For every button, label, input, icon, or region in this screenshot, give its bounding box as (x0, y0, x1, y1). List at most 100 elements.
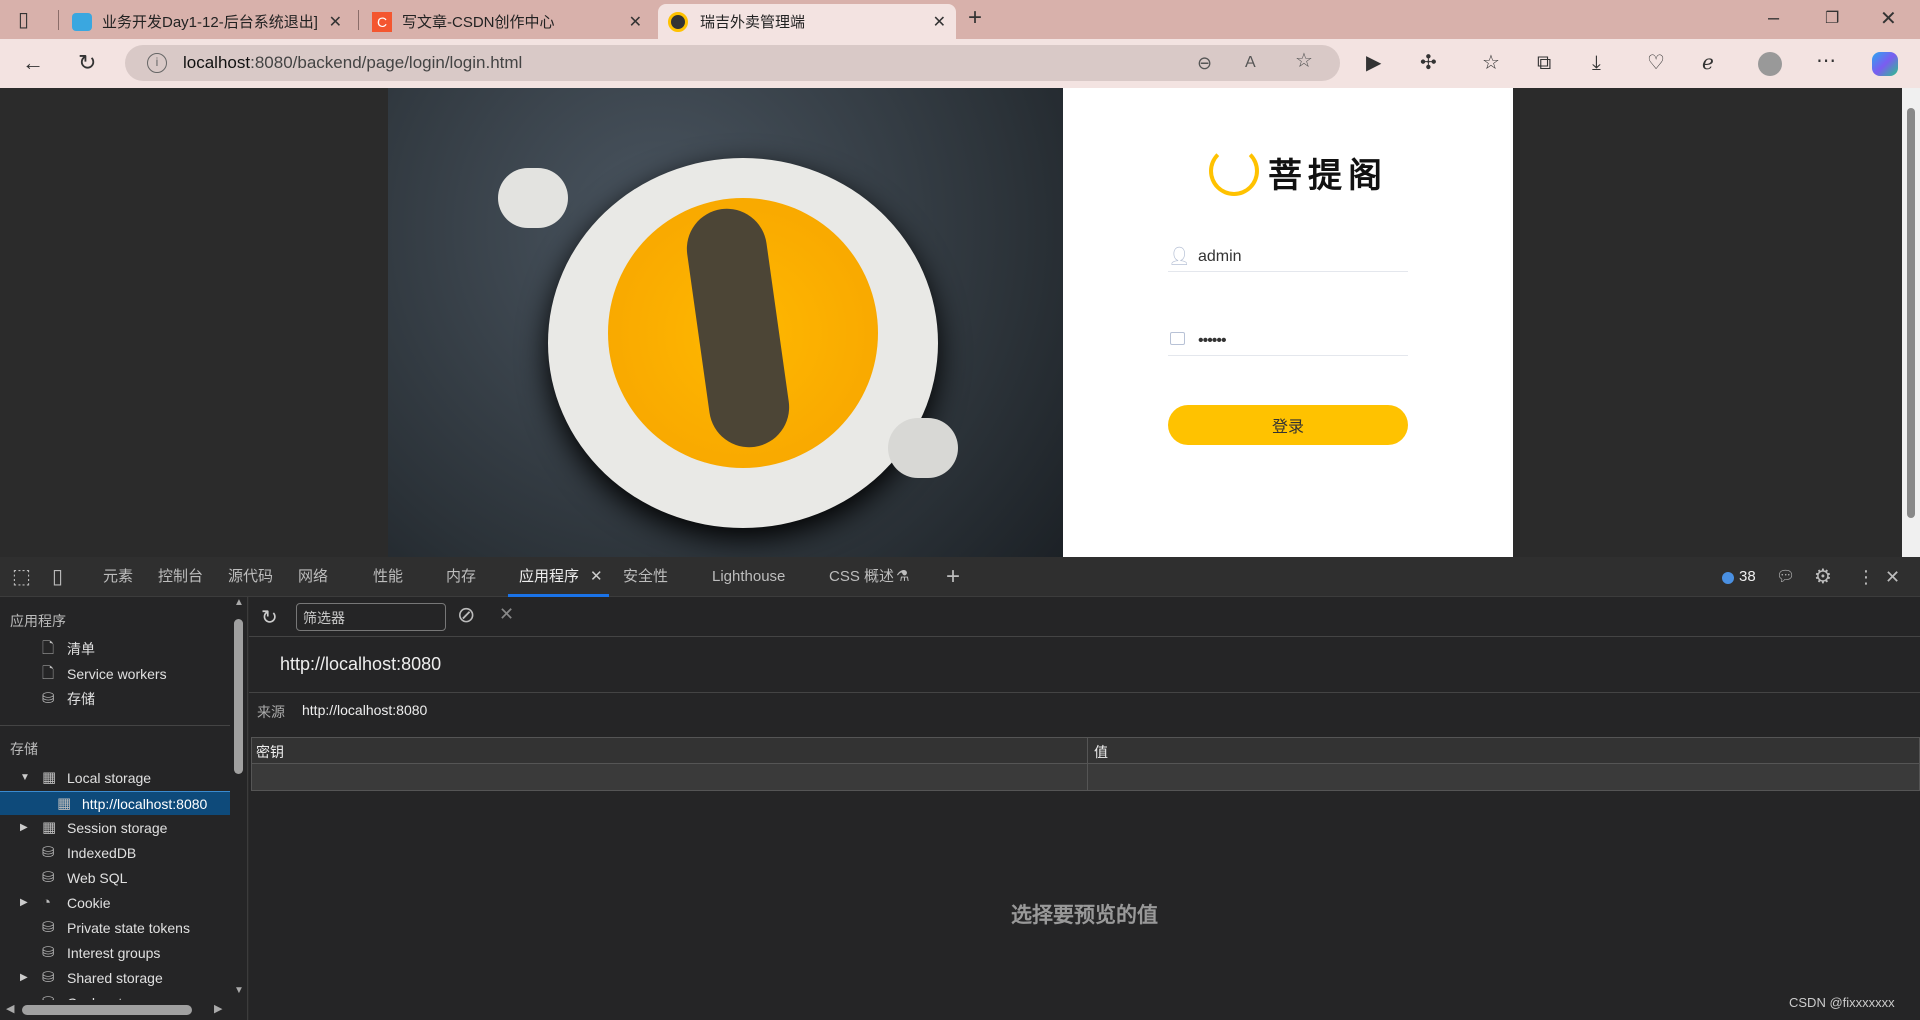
collapsed-triangle-icon[interactable]: ▶ (20, 966, 28, 990)
grid-icon: ▦ (42, 769, 57, 786)
browser-tab[interactable]: C 写文章-CSDN创作中心 ✕ (362, 4, 652, 39)
divider (0, 725, 230, 726)
browser-tab-active[interactable]: 瑞吉外卖管理端 ✕ (658, 4, 956, 39)
copilot-icon[interactable] (1872, 52, 1898, 76)
vertical-scrollbar[interactable]: ▲ ▼ (230, 597, 247, 1000)
column-value[interactable]: 值 (1094, 742, 1108, 762)
origin-label: 来源 (257, 704, 285, 720)
sidebar-item-cookie[interactable]: ▶ ◔ Cookie (0, 891, 230, 915)
tab-network[interactable]: 网络 (298, 557, 328, 597)
lock-icon (1170, 332, 1185, 345)
tab-performance[interactable]: 性能 (373, 557, 403, 597)
scroll-left-icon[interactable]: ◀ (6, 1002, 14, 1015)
page-viewport: 菩提阁 👤︎ admin •••••• 登录 (0, 88, 1902, 557)
tab-application[interactable]: 应用程序 (519, 557, 579, 597)
more-icon[interactable]: ⋯ (1816, 51, 1836, 71)
page-scrollbar[interactable] (1902, 88, 1920, 557)
tab-memory[interactable]: 内存 (446, 557, 476, 597)
tab-css-overview[interactable]: CSS 概述 (829, 557, 894, 597)
issues-count[interactable]: 38 (1739, 557, 1756, 597)
sidebar-item-service-workers[interactable]: 🗋 Service workers (0, 662, 230, 686)
sidebar-item-local-storage[interactable]: ▼ ▦ Local storage (0, 766, 230, 790)
sidebar-item-web-sql[interactable]: ⛁ Web SQL (0, 866, 230, 890)
login-button[interactable]: 登录 (1168, 405, 1408, 445)
zoom-out-icon[interactable]: ⊖ (1197, 53, 1212, 73)
database-icon: ⛁ (42, 869, 55, 886)
brand-name: 菩提阁 (1268, 157, 1388, 195)
app-logo-icon (668, 11, 688, 32)
refresh-icon[interactable]: ↻ (261, 605, 278, 630)
expanded-triangle-icon[interactable]: ▼ (20, 766, 30, 790)
tab-security[interactable]: 安全性 (623, 557, 668, 597)
browser-tab[interactable]: 业务开发Day1-12-后台系统退出] ✕ (62, 4, 352, 39)
feedback-icon[interactable]: 💬︎ (1776, 557, 1795, 597)
collapsed-triangle-icon[interactable]: ▶ (20, 891, 28, 915)
issues-icon[interactable] (1722, 572, 1734, 584)
scrollbar-thumb[interactable] (1907, 108, 1915, 518)
extensions-icon[interactable]: ✣ (1420, 53, 1437, 73)
divider (249, 692, 1920, 693)
sidebar-item-manifest[interactable]: 🗋 清单 (0, 637, 230, 661)
minimize-icon[interactable]: – (1768, 8, 1779, 28)
more-tabs-icon[interactable]: + (946, 557, 960, 597)
scroll-down-icon[interactable]: ▼ (234, 985, 244, 996)
close-tab-icon[interactable]: ✕ (329, 12, 342, 32)
close-tab-icon[interactable]: ✕ (590, 557, 603, 597)
scroll-up-icon[interactable]: ▲ (234, 597, 244, 608)
column-key[interactable]: 密钥 (256, 742, 284, 762)
close-tab-icon[interactable]: ✕ (629, 12, 642, 32)
collections-icon[interactable]: ⧉ (1537, 53, 1551, 73)
sidebar-item-storage[interactable]: ⛁ 存储 (0, 687, 230, 711)
scroll-right-icon[interactable]: ▶ (214, 1002, 222, 1015)
tab-console[interactable]: 控制台 (158, 557, 203, 597)
scrollbar-thumb[interactable] (234, 619, 243, 774)
device-toggle-icon[interactable]: ▯ (52, 567, 63, 587)
ie-mode-icon[interactable]: ℯ (1702, 53, 1714, 73)
sidebar-toggle-icon[interactable]: ▯ (18, 10, 29, 30)
tab-sources[interactable]: 源代码 (228, 557, 273, 597)
close-window-icon[interactable]: ✕ (1880, 9, 1897, 29)
sidebar-item-interest-groups[interactable]: ⛁ Interest groups (0, 941, 230, 965)
storage-table: 密钥 值 (251, 737, 1920, 791)
horizontal-scrollbar[interactable]: ◀ ▶ (0, 1000, 230, 1020)
new-tab-icon[interactable]: + (968, 6, 982, 30)
address-bar[interactable]: i localhost:8080/backend/page/login/logi… (125, 45, 1340, 81)
scrollbar-thumb[interactable] (22, 1005, 192, 1015)
favorite-star-icon[interactable]: ☆ (1295, 51, 1313, 71)
database-icon: ⛁ (42, 944, 55, 961)
login-panel: 菩提阁 👤︎ admin •••••• 登录 (1063, 88, 1513, 557)
restore-icon[interactable]: ❐ (1825, 9, 1839, 29)
table-row[interactable] (252, 764, 1919, 790)
sidebar-item-private-state-tokens[interactable]: ⛁ Private state tokens (0, 916, 230, 940)
delete-selected-icon[interactable]: ✕ (499, 604, 514, 625)
health-icon[interactable]: ♡ (1647, 53, 1665, 73)
tab-elements[interactable]: 元素 (103, 557, 133, 597)
sidebar-item-session-storage[interactable]: ▶ ▦ Session storage (0, 816, 230, 840)
read-aloud-icon[interactable]: A (1245, 53, 1256, 73)
settings-gear-icon[interactable]: ⚙ (1814, 557, 1832, 597)
table-header: 密钥 值 (252, 738, 1919, 764)
close-devtools-icon[interactable]: ✕ (1885, 557, 1900, 597)
clear-all-icon[interactable]: ⊘ (457, 602, 475, 628)
close-tab-icon[interactable]: ✕ (933, 12, 946, 32)
inspect-icon[interactable]: ⬚ (12, 567, 31, 587)
file-gear-icon: 🗋 (42, 665, 55, 682)
file-icon: 🗋 (42, 640, 55, 657)
back-icon[interactable]: ← (22, 52, 44, 74)
username-field[interactable]: 👤︎ admin (1168, 242, 1408, 272)
sidebar-item-shared-storage[interactable]: ▶ ⛁ Shared storage (0, 966, 230, 990)
download-icon[interactable]: ⤓ (1592, 53, 1601, 73)
application-sidebar: 应用程序 🗋 清单 🗋 Service workers ⛁ 存储 存储 ▼ ▦ Local… (0, 597, 248, 1020)
play-icon[interactable]: ▶ (1366, 53, 1381, 73)
collapsed-triangle-icon[interactable]: ▶ (20, 816, 28, 840)
sidebar-item-localhost-selected[interactable]: ▦ http://localhost:8080 (0, 791, 230, 815)
tab-lighthouse[interactable]: Lighthouse (712, 557, 785, 597)
filter-input[interactable]: 筛选器 (296, 603, 446, 631)
favorites-icon[interactable]: ☆ (1482, 53, 1500, 73)
sidebar-item-indexeddb[interactable]: ⛁ IndexedDB (0, 841, 230, 865)
kebab-menu-icon[interactable]: ⋮ (1857, 557, 1875, 597)
password-field[interactable]: •••••• (1168, 326, 1408, 356)
profile-avatar[interactable] (1758, 52, 1782, 76)
refresh-icon[interactable]: ↻ (78, 52, 96, 74)
site-info-icon[interactable]: i (147, 53, 167, 73)
